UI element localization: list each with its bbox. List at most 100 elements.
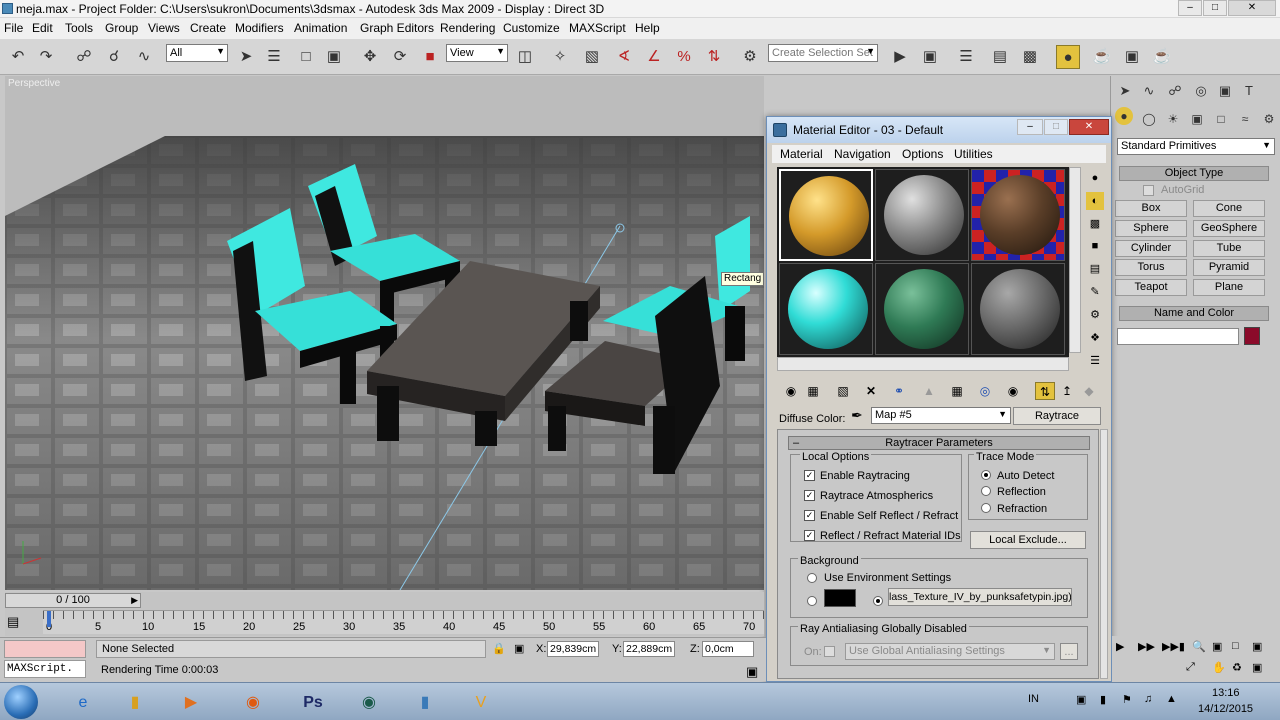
- background-color-radio[interactable]: [807, 596, 817, 606]
- angle-snap-icon[interactable]: ∠: [642, 45, 666, 69]
- tray-flag-icon[interactable]: ⚑: [1122, 693, 1132, 706]
- utilities-tab-icon[interactable]: T: [1237, 79, 1261, 103]
- menu-file[interactable]: File: [4, 21, 23, 35]
- antialias-select[interactable]: Use Global Antialiasing Settings ▼: [845, 643, 1055, 660]
- put-to-library-icon[interactable]: ▲: [919, 382, 939, 400]
- select-and-link-icon[interactable]: ☍: [72, 45, 96, 69]
- menu-customize[interactable]: Customize: [503, 21, 560, 35]
- eyedropper-icon[interactable]: ✒: [851, 407, 863, 424]
- play-icon[interactable]: ▶: [1116, 640, 1124, 653]
- sample-slot-6[interactable]: [971, 263, 1065, 355]
- schematic-view-icon[interactable]: ▩: [1018, 45, 1042, 69]
- tray-network-icon[interactable]: ▣: [1076, 693, 1086, 706]
- mini-curve-editor-icon[interactable]: ▤: [7, 614, 19, 630]
- sample-slot-3[interactable]: [971, 169, 1065, 261]
- space-warps-icon[interactable]: ≈: [1233, 107, 1257, 131]
- backlight-icon[interactable]: ◐: [1086, 192, 1104, 210]
- align-icon[interactable]: ▣: [918, 45, 942, 69]
- local-exclude-button[interactable]: Local Exclude...: [970, 531, 1086, 549]
- material-map-navigator-icon[interactable]: ☰: [1086, 352, 1104, 370]
- background-map-radio[interactable]: [873, 596, 883, 606]
- menu-group[interactable]: Group: [105, 21, 138, 35]
- mated-minimize-button[interactable]: –: [1017, 119, 1043, 135]
- background-color-swatch[interactable]: [824, 589, 856, 607]
- modify-tab-icon[interactable]: ∿: [1137, 79, 1161, 103]
- sample-type-icon[interactable]: ●: [1086, 169, 1104, 187]
- antialias-more-button[interactable]: ...: [1060, 643, 1078, 660]
- quick-render-icon[interactable]: ☕: [1150, 45, 1174, 69]
- menu-graph-editors[interactable]: Graph Editors: [360, 21, 434, 35]
- mated-menu-navigation[interactable]: Navigation: [834, 147, 891, 161]
- material-editor-icon[interactable]: ●: [1056, 45, 1080, 69]
- autogrid-checkbox[interactable]: [1143, 185, 1154, 196]
- mated-menu-material[interactable]: Material: [780, 147, 823, 161]
- time-slider[interactable]: 0 / 100 ▶: [5, 593, 141, 608]
- menu-animation[interactable]: Animation: [294, 21, 347, 35]
- time-cursor[interactable]: [47, 611, 51, 627]
- refraction-radio[interactable]: [981, 503, 991, 513]
- antialias-on-checkbox[interactable]: [824, 646, 835, 657]
- create-tab-icon[interactable]: ➤: [1113, 79, 1137, 103]
- background-checker-icon[interactable]: ▩: [1086, 215, 1104, 233]
- start-button[interactable]: [4, 685, 38, 719]
- sample-slot-1[interactable]: [779, 169, 873, 261]
- clock-time[interactable]: 13:16: [1212, 687, 1240, 699]
- select-by-material-icon[interactable]: ❖: [1086, 329, 1104, 347]
- add-time-tag-icon[interactable]: ▣: [746, 664, 758, 680]
- tray-battery-icon[interactable]: ▮: [1100, 693, 1106, 706]
- undo-icon[interactable]: ↶: [6, 45, 30, 69]
- layer-manager-icon[interactable]: ☰: [954, 45, 978, 69]
- go-forward-to-sibling-icon[interactable]: ↥: [1057, 382, 1077, 400]
- keyboard-shortcut-toggle-icon[interactable]: ▧: [580, 45, 604, 69]
- sample-uv-tiling-icon[interactable]: ■: [1086, 237, 1104, 255]
- lights-icon[interactable]: ☀: [1161, 107, 1185, 131]
- cylinder-button[interactable]: Cylinder: [1115, 240, 1187, 257]
- sample-slot-2[interactable]: [875, 169, 969, 261]
- track-bar[interactable]: 0 5 10 15 20 25 30 35 40 45 50 55 60 65 …: [43, 610, 764, 634]
- language-indicator[interactable]: IN: [1028, 693, 1039, 705]
- menu-rendering[interactable]: Rendering: [440, 21, 495, 35]
- geometry-icon[interactable]: ●: [1115, 107, 1133, 125]
- hierarchy-tab-icon[interactable]: ☍: [1163, 79, 1187, 103]
- next-frame-icon[interactable]: ▶▶: [1138, 640, 1155, 653]
- menu-views[interactable]: Views: [148, 21, 180, 35]
- snaps-toggle-icon[interactable]: ∢: [612, 45, 636, 69]
- notepad-icon[interactable]: ▮: [400, 687, 450, 719]
- helpers-icon[interactable]: □: [1209, 107, 1233, 131]
- minimize-button[interactable]: –: [1178, 0, 1202, 16]
- motion-tab-icon[interactable]: ◎: [1189, 79, 1213, 103]
- close-button[interactable]: ✕: [1228, 0, 1276, 16]
- reflection-radio[interactable]: [981, 486, 991, 496]
- enable-raytracing-checkbox[interactable]: ✓: [804, 470, 815, 481]
- render-setup-icon[interactable]: ☕: [1090, 45, 1114, 69]
- mirror-icon[interactable]: ▶: [888, 45, 912, 69]
- background-map-button[interactable]: lass_Texture_IV_by_punksafetypin.jpg): [888, 588, 1072, 606]
- sample-slot-4[interactable]: [779, 263, 873, 355]
- object-type-rollout-header[interactable]: Object Type: [1119, 166, 1269, 181]
- spinner-snap-icon[interactable]: ⇅: [702, 45, 726, 69]
- box-button[interactable]: Box: [1115, 200, 1187, 217]
- field-of-view-icon[interactable]: ⤢: [1186, 661, 1195, 674]
- zoom-extents-icon[interactable]: □: [1232, 640, 1239, 652]
- zoom-all-icon[interactable]: ▣: [1212, 640, 1222, 653]
- named-selection-set-select[interactable]: Create Selection Set ▼: [768, 44, 878, 62]
- media-player-icon[interactable]: ▶: [166, 687, 216, 719]
- material-editor-titlebar[interactable]: Material Editor - 03 - Default – □ ✕: [767, 117, 1111, 143]
- sphere-button[interactable]: Sphere: [1115, 220, 1187, 237]
- maxscript-listener-top[interactable]: [4, 640, 86, 658]
- select-and-scale-icon[interactable]: ■: [418, 45, 442, 69]
- select-by-name-icon[interactable]: ☰: [262, 45, 286, 69]
- select-and-rotate-icon[interactable]: ⟳: [388, 45, 412, 69]
- tray-volume-icon[interactable]: ♫: [1144, 693, 1152, 705]
- z-coordinate-field[interactable]: 0,0cm: [702, 641, 754, 657]
- get-material-icon[interactable]: ◉: [781, 382, 801, 400]
- slots-horizontal-scrollbar[interactable]: [777, 357, 1069, 371]
- absolute-mode-icon[interactable]: ▣: [514, 642, 524, 655]
- menu-help[interactable]: Help: [635, 21, 660, 35]
- zoom-icon[interactable]: 🔍: [1192, 640, 1206, 653]
- perspective-viewport[interactable]: Perspective Rectang: [5, 76, 764, 590]
- show-map-in-viewport-icon[interactable]: ◎: [975, 382, 995, 400]
- name-and-color-rollout-header[interactable]: Name and Color: [1119, 306, 1269, 321]
- menu-modifiers[interactable]: Modifiers: [235, 21, 284, 35]
- self-reflect-checkbox[interactable]: ✓: [804, 510, 815, 521]
